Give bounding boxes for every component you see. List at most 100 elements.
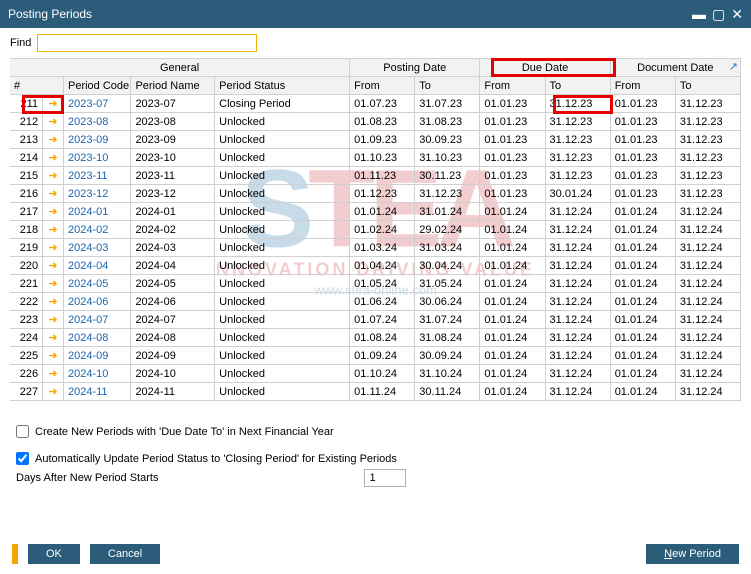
table-row[interactable]: 221➜2024-052024-05Unlocked01.05.2431.05.… bbox=[10, 275, 741, 293]
table-row[interactable]: 220➜2024-042024-04Unlocked01.04.2430.04.… bbox=[10, 257, 741, 275]
period-code[interactable]: 2023-12 bbox=[63, 185, 130, 203]
period-code[interactable]: 2024-07 bbox=[63, 311, 130, 329]
period-status: Unlocked bbox=[215, 113, 350, 131]
cancel-button[interactable]: Cancel bbox=[90, 544, 160, 564]
period-name: 2024-09 bbox=[131, 347, 215, 365]
table-row[interactable]: 213➜2023-092023-09Unlocked01.09.2330.09.… bbox=[10, 131, 741, 149]
create-new-periods-option[interactable]: Create New Periods with 'Due Date To' in… bbox=[16, 425, 735, 438]
drill-down-icon[interactable]: ➜ bbox=[43, 239, 64, 257]
period-status: Unlocked bbox=[215, 131, 350, 149]
period-code[interactable]: 2024-02 bbox=[63, 221, 130, 239]
maximize-icon[interactable]: ▢ bbox=[712, 6, 725, 23]
drill-down-icon[interactable]: ➜ bbox=[43, 329, 64, 347]
period-status: Unlocked bbox=[215, 185, 350, 203]
days-after-input[interactable] bbox=[364, 469, 406, 487]
table-row[interactable]: 216➜2023-122023-12Unlocked01.12.2331.12.… bbox=[10, 185, 741, 203]
period-code[interactable]: 2023-11 bbox=[63, 167, 130, 185]
table-row[interactable]: 223➜2024-072024-07Unlocked01.07.2431.07.… bbox=[10, 311, 741, 329]
table-row[interactable]: 227➜2024-112024-11Unlocked01.11.2430.11.… bbox=[10, 383, 741, 401]
col-doc-to[interactable]: To bbox=[675, 77, 740, 95]
period-code[interactable]: 2023-08 bbox=[63, 113, 130, 131]
ok-button[interactable]: OK bbox=[28, 544, 80, 564]
drill-down-icon[interactable]: ➜ bbox=[43, 167, 64, 185]
close-icon[interactable]: ✕ bbox=[731, 6, 743, 23]
table-row[interactable]: 225➜2024-092024-09Unlocked01.09.2430.09.… bbox=[10, 347, 741, 365]
period-code[interactable]: 2024-06 bbox=[63, 293, 130, 311]
table-row[interactable]: 219➜2024-032024-03Unlocked01.03.2431.03.… bbox=[10, 239, 741, 257]
posting-to: 31.05.24 bbox=[415, 275, 480, 293]
drill-down-icon[interactable]: ➜ bbox=[43, 221, 64, 239]
drill-down-icon[interactable]: ➜ bbox=[43, 365, 64, 383]
posting-to: 30.11.24 bbox=[415, 383, 480, 401]
auto-update-status-checkbox[interactable] bbox=[16, 452, 29, 465]
table-row[interactable]: 217➜2024-012024-01Unlocked01.01.2431.01.… bbox=[10, 203, 741, 221]
due-to: 31.12.23 bbox=[545, 113, 610, 131]
table-row[interactable]: 222➜2024-062024-06Unlocked01.06.2430.06.… bbox=[10, 293, 741, 311]
col-doc-from[interactable]: From bbox=[610, 77, 675, 95]
find-input[interactable] bbox=[37, 34, 257, 52]
period-code[interactable]: 2024-11 bbox=[63, 383, 130, 401]
period-code[interactable]: 2024-01 bbox=[63, 203, 130, 221]
table-row[interactable]: 218➜2024-022024-02Unlocked01.02.2429.02.… bbox=[10, 221, 741, 239]
table-row[interactable]: 215➜2023-112023-11Unlocked01.11.2330.11.… bbox=[10, 167, 741, 185]
drill-down-icon[interactable]: ➜ bbox=[43, 185, 64, 203]
period-name: 2024-07 bbox=[131, 311, 215, 329]
doc-to: 31.12.23 bbox=[675, 167, 740, 185]
doc-to: 31.12.24 bbox=[675, 275, 740, 293]
drill-down-icon[interactable]: ➜ bbox=[43, 149, 64, 167]
drill-down-icon[interactable]: ➜ bbox=[43, 311, 64, 329]
minimize-icon[interactable]: ▬ bbox=[692, 6, 706, 22]
period-code[interactable]: 2023-10 bbox=[63, 149, 130, 167]
drill-down-icon[interactable]: ➜ bbox=[43, 203, 64, 221]
auto-update-status-option[interactable]: Automatically Update Period Status to 'C… bbox=[16, 452, 735, 465]
doc-to: 31.12.23 bbox=[675, 185, 740, 203]
due-from: 01.01.24 bbox=[480, 221, 545, 239]
drill-down-icon[interactable]: ➜ bbox=[43, 131, 64, 149]
group-document-date[interactable]: Document Date↗ bbox=[610, 59, 740, 77]
drill-down-icon[interactable]: ➜ bbox=[43, 347, 64, 365]
posting-from: 01.11.23 bbox=[350, 167, 415, 185]
col-due-to[interactable]: To bbox=[545, 77, 610, 95]
drill-down-icon[interactable]: ➜ bbox=[43, 383, 64, 401]
col-posting-to[interactable]: To bbox=[415, 77, 480, 95]
posting-to: 30.11.23 bbox=[415, 167, 480, 185]
period-code[interactable]: 2024-03 bbox=[63, 239, 130, 257]
period-name: 2024-02 bbox=[131, 221, 215, 239]
period-code[interactable]: 2024-04 bbox=[63, 257, 130, 275]
period-code[interactable]: 2024-05 bbox=[63, 275, 130, 293]
col-posting-from[interactable]: From bbox=[350, 77, 415, 95]
due-to: 31.12.24 bbox=[545, 311, 610, 329]
posting-from: 01.10.24 bbox=[350, 365, 415, 383]
group-general[interactable]: General bbox=[10, 59, 350, 77]
table-row[interactable]: 214➜2023-102023-10Unlocked01.10.2331.10.… bbox=[10, 149, 741, 167]
period-code[interactable]: 2024-10 bbox=[63, 365, 130, 383]
period-code[interactable]: 2023-09 bbox=[63, 131, 130, 149]
drill-down-icon[interactable]: ➜ bbox=[43, 293, 64, 311]
drill-down-icon[interactable]: ➜ bbox=[43, 113, 64, 131]
expand-icon[interactable]: ↗ bbox=[729, 60, 738, 73]
col-idx[interactable]: # bbox=[10, 77, 63, 95]
create-new-periods-checkbox[interactable] bbox=[16, 425, 29, 438]
period-code[interactable]: 2024-09 bbox=[63, 347, 130, 365]
col-period-status[interactable]: Period Status bbox=[215, 77, 350, 95]
period-code[interactable]: 2024-08 bbox=[63, 329, 130, 347]
table-row[interactable]: 226➜2024-102024-10Unlocked01.10.2431.10.… bbox=[10, 365, 741, 383]
period-name: 2024-06 bbox=[131, 293, 215, 311]
table-row[interactable]: 224➜2024-082024-08Unlocked01.08.2431.08.… bbox=[10, 329, 741, 347]
due-from: 01.01.24 bbox=[480, 275, 545, 293]
doc-from: 01.01.24 bbox=[610, 257, 675, 275]
drill-down-icon[interactable]: ➜ bbox=[43, 95, 64, 113]
col-period-name[interactable]: Period Name bbox=[131, 77, 215, 95]
table-row[interactable]: 211➜2023-072023-07Closing Period01.07.23… bbox=[10, 95, 741, 113]
posting-to: 30.09.23 bbox=[415, 131, 480, 149]
col-due-from[interactable]: From bbox=[480, 77, 545, 95]
period-name: 2023-09 bbox=[131, 131, 215, 149]
drill-down-icon[interactable]: ➜ bbox=[43, 275, 64, 293]
group-due-date[interactable]: Due Date bbox=[480, 59, 610, 77]
drill-down-icon[interactable]: ➜ bbox=[43, 257, 64, 275]
col-period-code[interactable]: Period Code bbox=[63, 77, 130, 95]
new-period-button[interactable]: New Period bbox=[646, 544, 739, 564]
table-row[interactable]: 212➜2023-082023-08Unlocked01.08.2331.08.… bbox=[10, 113, 741, 131]
group-posting-date[interactable]: Posting Date bbox=[350, 59, 480, 77]
period-code[interactable]: 2023-07 bbox=[63, 95, 130, 113]
